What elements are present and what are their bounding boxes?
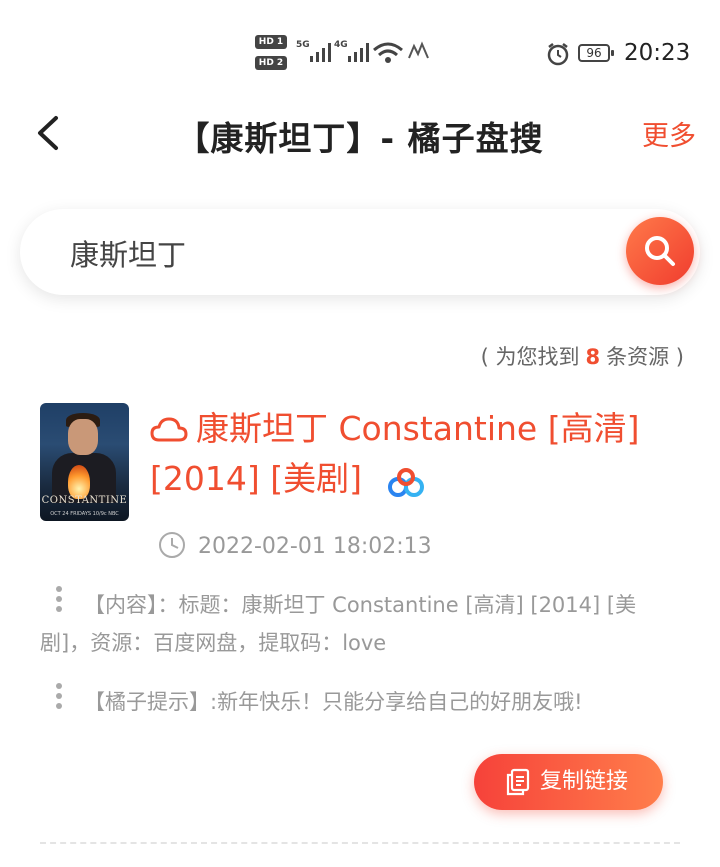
result-tip: 【橘子提示】:新年快乐！只能分享给自己的好朋友哦! [40,683,680,721]
battery-icon: 96 [578,44,614,62]
poster-title: CONSTANTINE [41,495,128,506]
more-dots-icon [56,683,62,713]
copy-link-button[interactable]: 复制链接 [474,754,663,810]
hd1-badge: HD 1 [255,35,287,49]
result-title-link[interactable]: 康斯坦丁 Constantine [高清] [2014] [美剧] [150,404,670,504]
result-count-number: 8 [585,345,601,369]
status-bar: HD 1 HD 2 5G 4G 96 20:23 [0,0,720,100]
result-count-suffix: 条资源 ) [606,345,684,369]
result-poster[interactable]: CONSTANTINE OCT 24 FRIDAYS 10/9c NBC [40,403,129,521]
search-input[interactable] [68,231,592,275]
clock-icon [159,532,185,558]
more-button[interactable]: 更多 [642,114,696,153]
copy-link-label: 复制链接 [540,769,629,794]
wifi-icon [373,42,403,63]
result-content-text: 【内容】：标题：康斯坦丁 Constantine [高清] [2014] [美剧… [40,593,637,655]
result-tip-text: 【橘子提示】:新年快乐！只能分享给自己的好朋友哦! [84,690,583,714]
status-time: 20:23 [624,40,691,66]
result-time-text: 2022-02-01 18:02:13 [198,534,432,559]
cloud-icon [150,417,188,442]
result-content: 【内容】：标题：康斯坦丁 Constantine [高清] [2014] [美剧… [40,586,680,662]
baidu-netdisk-icon [387,468,424,497]
result-count-prefix: ( 为您找到 [480,345,580,369]
alarm-icon [547,43,569,66]
notification-icon [408,41,429,59]
result-time: 2022-02-01 18:02:13 [158,531,432,559]
page-title: 【康斯坦丁】- 橘子盘搜 [176,119,544,158]
result-count: ( 为您找到 8 条资源 ) [481,341,684,371]
hd2-badge: HD 2 [255,56,287,70]
poster-footer: OCT 24 FRIDAYS 10/9c NBC [50,511,119,517]
copy-icon [506,768,530,796]
result-divider [40,842,680,844]
hd-indicators: HD 1 HD 2 [255,35,289,77]
more-dots-icon [56,586,62,616]
search-button[interactable] [626,217,694,285]
search-icon [645,236,675,266]
search-bar [20,209,700,295]
